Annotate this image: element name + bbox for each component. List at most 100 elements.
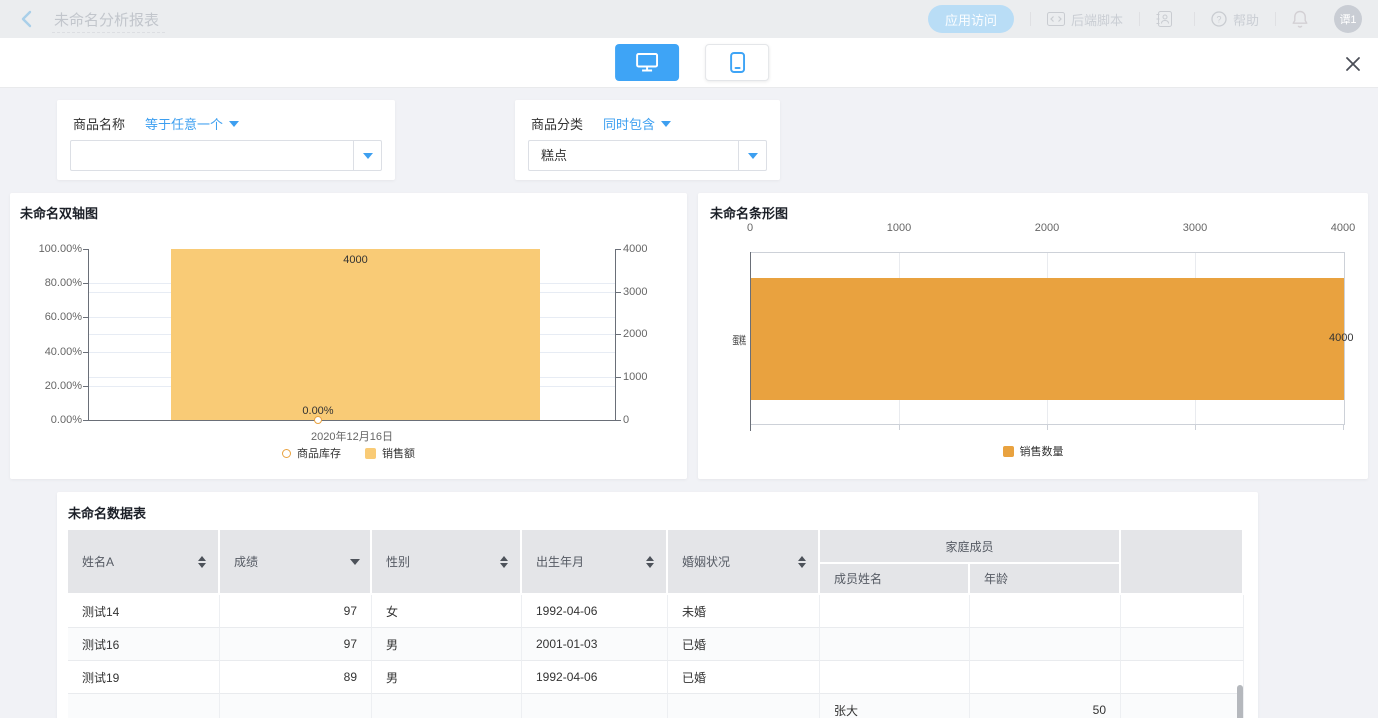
sort-icon[interactable]: [646, 556, 654, 568]
axis-tick-label: 0: [623, 414, 629, 426]
help-button[interactable]: ? 帮助: [1211, 10, 1259, 29]
axis-tick-label: 100.00%: [10, 243, 82, 255]
column-header-gender[interactable]: 性别: [372, 530, 522, 595]
axis-tick-label: 3000: [623, 286, 647, 298]
filter-operator-label: 等于任意一个: [145, 114, 223, 133]
cell-gender: 男: [372, 661, 522, 694]
address-book-icon: [1156, 11, 1172, 27]
column-header-marital[interactable]: 婚姻状况: [668, 530, 820, 595]
report-title: 未命名分析报表: [52, 9, 165, 33]
code-icon: [1047, 12, 1065, 26]
bar-chart-card: 未命名条形图 0 1000 2000 3000 4000 4000 蛋糕: [698, 193, 1368, 479]
cell-member-name: [820, 595, 970, 628]
divider: [1194, 12, 1195, 26]
app-access-button[interactable]: 应用访问: [928, 5, 1014, 33]
sort-desc-icon[interactable]: [350, 559, 360, 565]
svg-text:?: ?: [1216, 15, 1221, 25]
column-group-family: 家庭成员: [820, 530, 1121, 564]
cell-score: 89: [220, 661, 372, 694]
legend-item-sales-quantity[interactable]: 销售数量: [1003, 443, 1064, 459]
sort-icon[interactable]: [500, 556, 508, 568]
cell-member-age: [970, 661, 1121, 694]
backend-script-button[interactable]: 后端脚本: [1047, 10, 1123, 29]
sort-icon[interactable]: [798, 556, 806, 568]
axis-tick-label: 0: [747, 222, 753, 234]
cell-gender: 女: [372, 595, 522, 628]
cell-marital: [668, 694, 820, 718]
filter-operator-dropdown[interactable]: 等于任意一个: [145, 114, 239, 133]
axis-tick-label: 2000: [623, 328, 647, 340]
top-header-bar: 未命名分析报表 应用访问 后端脚本 ? 帮助 谭1: [0, 0, 1378, 38]
data-table-card: 未命名数据表 姓名A 成绩 性别 出生年月 婚姻状况 家庭成员: [57, 492, 1258, 718]
app-window: 未命名分析报表 应用访问 后端脚本 ? 帮助 谭1: [0, 0, 1378, 718]
cell-name: 测试14: [68, 595, 220, 628]
legend-item-sales-amount[interactable]: 销售额: [365, 445, 415, 461]
desktop-view-button[interactable]: [615, 44, 679, 81]
contacts-button[interactable]: [1156, 11, 1178, 27]
notifications-button[interactable]: [1292, 10, 1314, 28]
close-preview-button[interactable]: [1344, 55, 1362, 73]
bar-chart-title: 未命名条形图: [710, 203, 788, 222]
cell-score: 97: [220, 595, 372, 628]
preview-toolbar: [0, 38, 1378, 88]
axis-tick-label: 80.00%: [10, 277, 82, 289]
back-button[interactable]: [20, 10, 34, 28]
filter-value-select[interactable]: [70, 140, 382, 171]
right-axis-line: [615, 249, 616, 421]
axis-tick-label: 2000: [1035, 222, 1059, 234]
divider: [1275, 12, 1276, 26]
header-actions: 应用访问 后端脚本 ? 帮助 谭1: [928, 0, 1378, 38]
chevron-down-icon: [748, 153, 758, 159]
select-arrow-button[interactable]: [353, 141, 381, 170]
category-axis-line: [750, 252, 751, 431]
close-icon: [1344, 55, 1362, 73]
cell-marital: 未婚: [668, 595, 820, 628]
axis-tick-label: 40.00%: [10, 346, 82, 358]
filter-value-select[interactable]: 糕点: [528, 140, 767, 171]
monitor-icon: [636, 53, 658, 72]
user-avatar[interactable]: 谭1: [1334, 5, 1362, 33]
column-header-name[interactable]: 姓名A: [68, 530, 220, 595]
cell-birth: 1992-04-06: [522, 661, 668, 694]
square-marker-icon: [365, 448, 376, 459]
column-header-member-name[interactable]: 成员姓名: [820, 564, 970, 595]
line-point-marker[interactable]: [314, 416, 322, 424]
column-header-birth[interactable]: 出生年月: [522, 530, 668, 595]
y-axis-category-label: 蛋糕: [720, 332, 746, 348]
table-vertical-scrollbar[interactable]: [1237, 685, 1243, 718]
select-arrow-button[interactable]: [738, 141, 766, 170]
cell-empty: [1121, 694, 1244, 718]
column-header-score[interactable]: 成绩: [220, 530, 372, 595]
cell-member-age: [970, 595, 1121, 628]
axis-tick-label: 3000: [1183, 222, 1207, 234]
cell-member-name: [820, 661, 970, 694]
bar-sales-quantity[interactable]: [751, 278, 1344, 400]
cell-name: 测试19: [68, 661, 220, 694]
filter-operator-dropdown[interactable]: 同时包含: [603, 114, 671, 133]
sort-icon[interactable]: [198, 556, 206, 568]
cell-score: 97: [220, 628, 372, 661]
filter-value: 糕点: [541, 141, 567, 170]
left-axis-line: [88, 249, 89, 421]
cell-name: 测试16: [68, 628, 220, 661]
column-label: 出生年月: [536, 555, 584, 569]
question-circle-icon: ?: [1211, 11, 1227, 27]
chart-legend: 销售数量: [698, 443, 1368, 459]
axis-tick-label: 60.00%: [10, 311, 82, 323]
legend-item-inventory[interactable]: 商品库存: [282, 445, 341, 461]
bar-sales-amount[interactable]: [171, 249, 540, 420]
legend-label: 销售额: [382, 445, 415, 461]
bell-icon: [1292, 10, 1308, 28]
axis-tick-label: 4000: [623, 243, 647, 255]
mobile-view-button[interactable]: [705, 44, 769, 81]
dual-axis-chart-title: 未命名双轴图: [20, 203, 98, 222]
legend-label: 商品库存: [297, 445, 341, 461]
axis-tick-label: 1000: [623, 371, 647, 383]
cell-name: [68, 694, 220, 718]
data-table: 姓名A 成绩 性别 出生年月 婚姻状况 家庭成员 成员姓名 年龄: [68, 530, 1244, 718]
cell-score: [220, 694, 372, 718]
column-label: 婚姻状况: [682, 555, 730, 569]
legend-label: 销售数量: [1020, 443, 1064, 459]
chevron-left-icon: [20, 10, 32, 28]
column-header-member-age[interactable]: 年龄: [970, 564, 1121, 595]
